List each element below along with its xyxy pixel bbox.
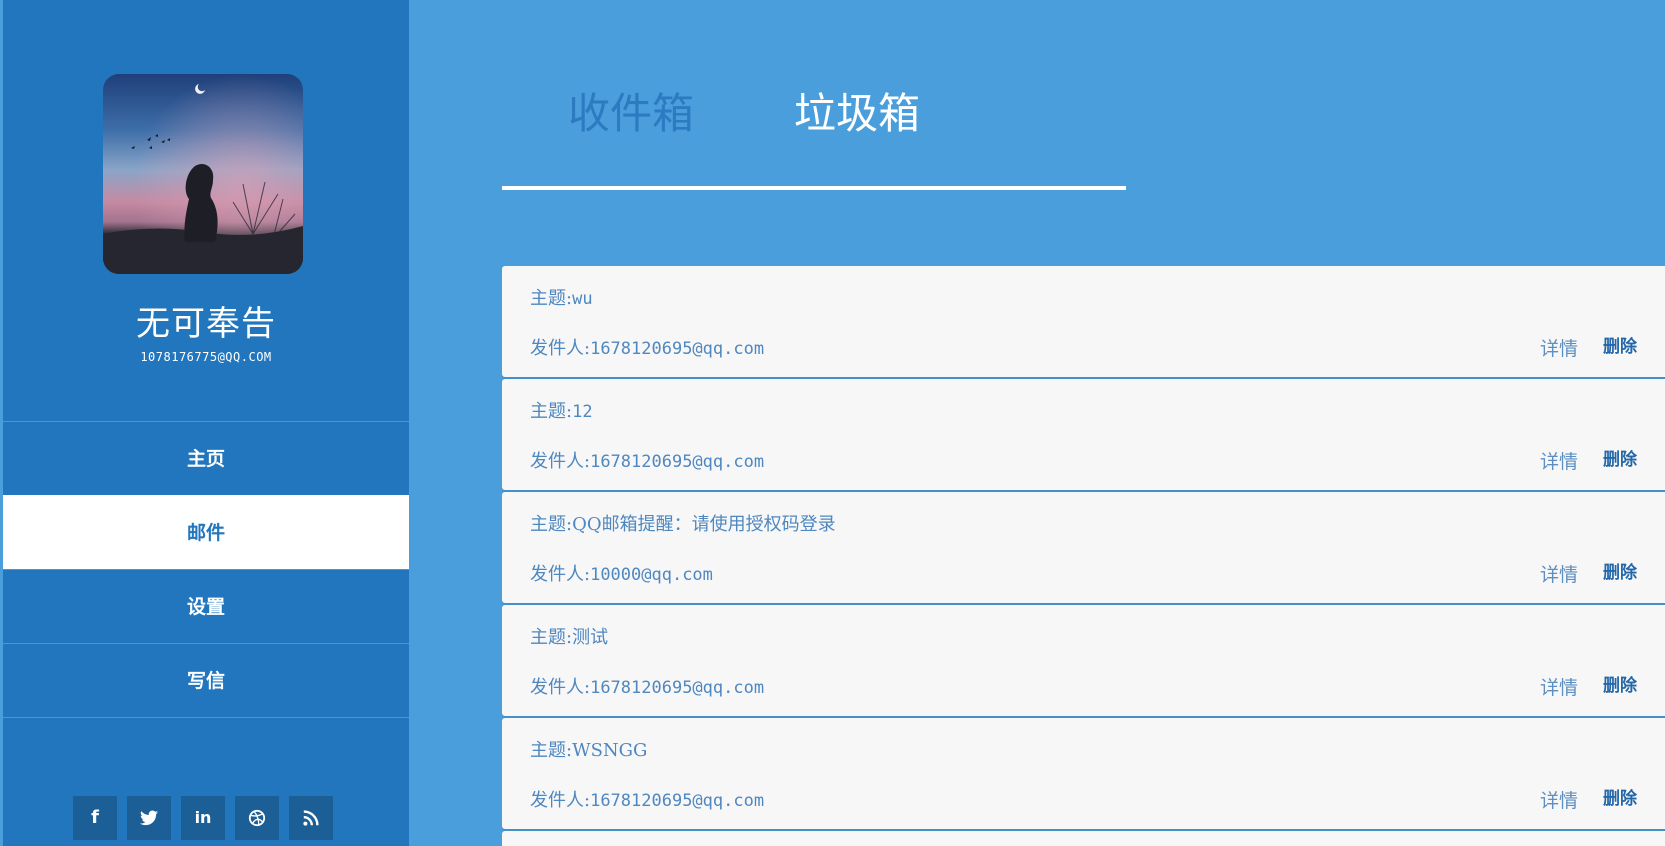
user-email: 1078176775@QQ.COM	[140, 350, 272, 364]
mail-subject: 主题:wu	[530, 288, 593, 309]
mail-item: 主题:QQ邮箱提醒：请使用授权码登录 发件人:10000@qq.com 详情 删…	[502, 492, 1665, 603]
linkedin-icon[interactable]: in	[181, 796, 225, 840]
mail-item: 主题:wu 发件人:1678120695@qq.com 详情 删除	[502, 266, 1665, 377]
mail-sender: 发件人:1678120695@qq.com	[530, 338, 765, 359]
tab-underline	[502, 186, 1126, 190]
mail-item: 主题:测试 发件人:1678120695@qq.com 详情 删除	[502, 605, 1665, 716]
delete-button[interactable]: 删除	[1603, 332, 1637, 357]
mailbox-tabs: 收件箱 垃圾箱	[502, 80, 1126, 190]
detail-button[interactable]: 详情	[1540, 447, 1578, 474]
mail-sender: 发件人:1678120695@qq.com	[530, 677, 765, 698]
mail-list: 主题:wu 发件人:1678120695@qq.com 详情 删除 主题:12 …	[502, 266, 1665, 846]
sidebar-nav: 主页 邮件 设置 写信	[3, 421, 409, 718]
mail-sender: 发件人:1678120695@qq.com	[530, 451, 765, 472]
mail-item: 主题:12 发件人:1678120695@qq.com 详情 删除	[502, 379, 1665, 490]
dribbble-icon[interactable]	[235, 796, 279, 840]
detail-button[interactable]: 详情	[1540, 560, 1578, 587]
avatar-image	[103, 74, 303, 274]
sidebar-item-home[interactable]: 主页	[3, 421, 409, 495]
detail-button[interactable]: 详情	[1540, 786, 1578, 813]
detail-button[interactable]: 详情	[1540, 334, 1578, 361]
mail-item: 主题:WSNGG 发件人:1678120695@qq.com 详情 删除	[502, 718, 1665, 829]
mail-subject: 主题:WSNGG	[530, 740, 648, 761]
sidebar-item-mail[interactable]: 邮件	[3, 495, 409, 569]
mail-subject: 主题:12	[530, 401, 593, 422]
mail-item-partial	[502, 831, 1665, 846]
delete-button[interactable]: 删除	[1603, 784, 1637, 809]
delete-button[interactable]: 删除	[1603, 671, 1637, 696]
mail-subject: 主题:测试	[530, 627, 609, 648]
delete-button[interactable]: 删除	[1603, 445, 1637, 470]
tab-inbox[interactable]: 收件箱	[568, 80, 694, 141]
rss-icon[interactable]	[289, 796, 333, 840]
detail-button[interactable]: 详情	[1540, 673, 1578, 700]
mail-sender: 发件人:10000@qq.com	[530, 564, 713, 585]
delete-button[interactable]: 删除	[1603, 558, 1637, 583]
avatar	[103, 74, 303, 274]
sidebar-item-settings[interactable]: 设置	[3, 569, 409, 643]
facebook-icon[interactable]: f	[73, 796, 117, 840]
mail-sender: 发件人:1678120695@qq.com	[530, 790, 765, 811]
tab-trash[interactable]: 垃圾箱	[794, 80, 920, 141]
user-name: 无可奉告	[136, 304, 276, 344]
mail-subject: 主题:QQ邮箱提醒：请使用授权码登录	[530, 514, 836, 535]
mail-app: 无可奉告 1078176775@QQ.COM 主页 邮件 设置 写信 f in	[0, 0, 1665, 846]
twitter-icon[interactable]	[127, 796, 171, 840]
sidebar-item-compose[interactable]: 写信	[3, 643, 409, 717]
